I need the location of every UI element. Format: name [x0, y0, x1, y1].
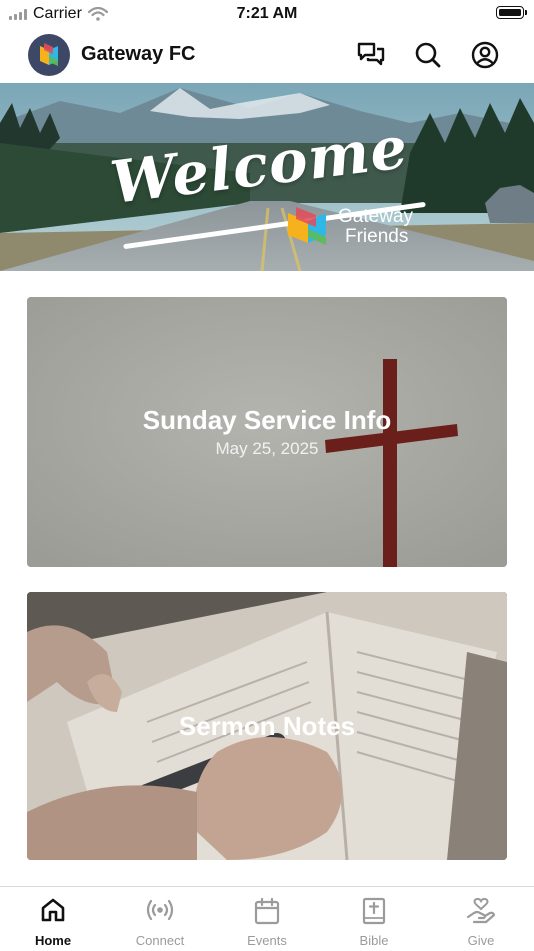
tab-label: Connect	[135, 933, 185, 948]
broadcast-icon	[146, 899, 174, 921]
bible-icon	[362, 897, 386, 925]
welcome-banner[interactable]: Welcome Gateway Friends	[0, 83, 534, 271]
tab-events[interactable]: Events	[214, 887, 320, 951]
app-logo[interactable]	[28, 34, 70, 76]
card-title: Sunday Service Info	[142, 405, 392, 435]
give-icon	[466, 897, 496, 924]
gateway-logo-icon	[288, 207, 326, 245]
tab-connect[interactable]: Connect	[107, 887, 213, 951]
tab-label: Events	[247, 933, 287, 948]
tab-give[interactable]: Give	[428, 887, 534, 951]
card-title: Sermon Notes	[178, 711, 356, 741]
tab-label: Give	[467, 933, 495, 948]
app-title: Gateway FC	[81, 43, 196, 65]
tab-home[interactable]: Home	[0, 887, 106, 951]
sunday-service-card[interactable]: Sunday Service Info May 25, 2025	[27, 297, 507, 567]
battery-icon	[496, 6, 527, 19]
messages-button[interactable]	[355, 39, 387, 71]
user-icon	[471, 41, 499, 69]
sermon-notes-card[interactable]: Sermon Notes	[27, 592, 507, 860]
bottom-tab-bar: Home Connect Events Bible Give	[0, 886, 534, 951]
brand-line-2: Friends	[345, 226, 409, 247]
search-icon	[415, 42, 441, 68]
tab-label: Bible	[359, 933, 389, 948]
tab-label: Home	[34, 933, 72, 948]
status-bar: Carrier 7:21 AM	[0, 0, 534, 28]
profile-button[interactable]	[469, 39, 501, 71]
banner-brand-text: Gateway Friends	[338, 207, 413, 247]
calendar-icon	[254, 897, 280, 925]
home-icon	[41, 898, 65, 922]
status-time: 7:21 AM	[236, 5, 298, 22]
chat-icon	[357, 42, 385, 66]
tab-bible[interactable]: Bible	[321, 887, 427, 951]
card-date: May 25, 2025	[215, 439, 319, 458]
search-button[interactable]	[412, 39, 444, 71]
brand-line-1: Gateway	[338, 206, 413, 227]
app-header: Gateway FC	[0, 28, 534, 82]
